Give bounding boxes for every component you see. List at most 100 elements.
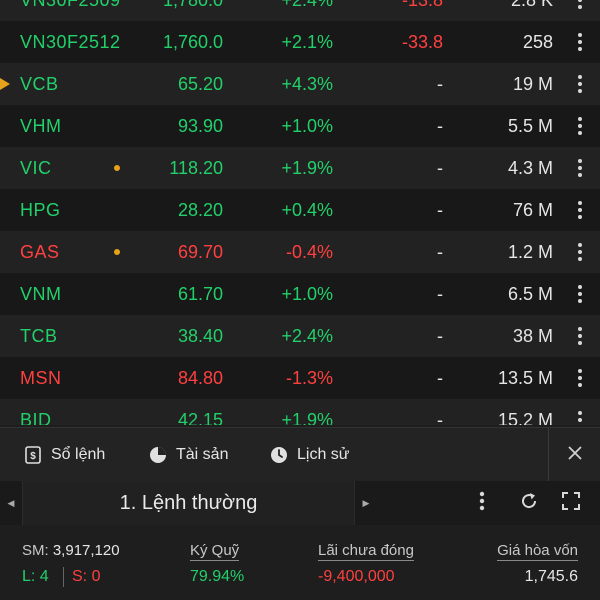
sm-label: SM: bbox=[22, 542, 49, 559]
expand-icon bbox=[562, 491, 580, 515]
row-volume: 15.2 M bbox=[497, 409, 553, 426]
order-menu-button[interactable] bbox=[467, 481, 497, 525]
more-vert-icon[interactable] bbox=[568, 357, 592, 399]
watchlist-row[interactable]: BID 42.15 +1.9% - 15.2 M bbox=[0, 399, 600, 425]
more-vert-icon[interactable] bbox=[568, 105, 592, 147]
more-vert-icon[interactable] bbox=[568, 21, 592, 63]
row-volume: 19 M bbox=[512, 73, 553, 94]
row-symbol: MSN bbox=[20, 367, 62, 388]
row-change: - bbox=[437, 283, 443, 304]
watchlist-row[interactable]: VN30F2512 1,760.0 +2.1% -33.8 258 bbox=[0, 21, 600, 63]
row-price: 118.20 bbox=[169, 157, 223, 178]
row-volume: 6.5 M bbox=[507, 283, 553, 304]
more-vert-icon[interactable] bbox=[568, 399, 592, 425]
sm-value: 3,917,120 bbox=[52, 542, 120, 559]
expand-button[interactable] bbox=[556, 481, 586, 525]
flag-icon bbox=[0, 78, 10, 90]
tab-history-label: Lịch sử bbox=[297, 446, 350, 463]
tab-order-book[interactable]: $ Sổ lệnh bbox=[24, 428, 105, 482]
row-price: 61.70 bbox=[177, 283, 223, 304]
breakeven-label: Giá hòa vốn bbox=[497, 542, 578, 561]
prev-order-type-button[interactable]: ◀ bbox=[0, 481, 22, 525]
note-dot-icon bbox=[114, 165, 120, 171]
row-percent-change: +1.9% bbox=[281, 157, 333, 178]
refresh-icon bbox=[519, 491, 539, 516]
margin-label: Ký Quỹ bbox=[190, 542, 240, 561]
row-volume: 2.8 K bbox=[511, 0, 553, 11]
watchlist-row[interactable]: TCB 38.40 +2.4% - 38 M bbox=[0, 315, 600, 357]
row-percent-change: +2.1% bbox=[281, 31, 333, 52]
order-type-selector[interactable]: 1. Lệnh thường bbox=[22, 481, 355, 525]
row-percent-change: +2.4% bbox=[281, 325, 333, 346]
tab-assets-label: Tài sản bbox=[176, 446, 229, 463]
more-vert-icon[interactable] bbox=[568, 315, 592, 357]
more-vert-icon[interactable] bbox=[568, 147, 592, 189]
tab-history[interactable]: Lịch sử bbox=[270, 428, 350, 482]
row-price: 93.90 bbox=[177, 115, 223, 136]
order-type-label: 1. Lệnh thường bbox=[119, 491, 258, 514]
row-price: 69.70 bbox=[177, 241, 223, 262]
watchlist-row[interactable]: MSN 84.80 -1.3% - 13.5 M bbox=[0, 357, 600, 399]
caret-left-icon: ◀ bbox=[7, 497, 15, 508]
watchlist: VN30F2509 1,780.0 +2.4% -13.8 2.8 K VN30F2512… bbox=[0, 0, 600, 425]
row-volume: 13.5 M bbox=[497, 367, 553, 388]
next-order-type-button[interactable]: ▶ bbox=[355, 481, 377, 525]
unrealized-pnl-label: Lãi chưa đóng bbox=[318, 542, 414, 561]
margin-value: 79.94% bbox=[190, 568, 245, 585]
row-symbol: VIC bbox=[20, 157, 52, 178]
row-volume: 258 bbox=[522, 31, 553, 52]
pie-chart-icon bbox=[149, 446, 167, 464]
note-dot-icon bbox=[114, 249, 120, 255]
tab-assets[interactable]: Tài sản bbox=[149, 428, 228, 482]
row-volume: 1.2 M bbox=[507, 241, 553, 262]
watchlist-row[interactable]: VIC 118.20 +1.9% - 4.3 M bbox=[0, 147, 600, 189]
row-price: 1,760.0 bbox=[162, 31, 223, 52]
close-icon bbox=[567, 445, 583, 466]
row-symbol: VHM bbox=[20, 115, 62, 136]
refresh-button[interactable] bbox=[514, 481, 544, 525]
row-change: - bbox=[437, 325, 443, 346]
row-percent-change: +4.3% bbox=[281, 73, 333, 94]
row-symbol: HPG bbox=[20, 199, 61, 220]
row-percent-change: +1.9% bbox=[281, 409, 333, 426]
row-symbol: VCB bbox=[20, 73, 59, 94]
more-vert-icon[interactable] bbox=[568, 231, 592, 273]
watchlist-row[interactable]: VN30F2509 1,780.0 +2.4% -13.8 2.8 K bbox=[0, 0, 600, 21]
more-vert-icon bbox=[479, 491, 485, 516]
caret-right-icon: ▶ bbox=[362, 497, 370, 508]
row-change: - bbox=[437, 157, 443, 178]
sm-stat: SM: 3,917,120 bbox=[22, 542, 120, 559]
watchlist-row[interactable]: VNM 61.70 +1.0% - 6.5 M bbox=[0, 273, 600, 315]
row-symbol: VN30F2509 bbox=[20, 0, 121, 11]
row-price: 1,780.0 bbox=[163, 0, 223, 11]
more-vert-icon[interactable] bbox=[568, 0, 592, 21]
bottom-tab-bar: $ Sổ lệnh Tài sản Lịch sử bbox=[0, 427, 600, 482]
watchlist-row[interactable]: VHM 93.90 +1.0% - 5.5 M bbox=[0, 105, 600, 147]
row-percent-change: -1.3% bbox=[285, 367, 333, 388]
row-percent-change: +0.4% bbox=[281, 199, 333, 220]
row-change: - bbox=[437, 367, 443, 388]
row-volume: 5.5 M bbox=[507, 115, 553, 136]
more-vert-icon[interactable] bbox=[568, 273, 592, 315]
row-volume: 4.3 M bbox=[507, 157, 553, 178]
row-price: 84.80 bbox=[177, 367, 223, 388]
clock-icon bbox=[270, 446, 288, 464]
row-change: - bbox=[437, 115, 443, 136]
row-price: 42.15 bbox=[177, 409, 223, 426]
more-vert-icon[interactable] bbox=[568, 63, 592, 105]
row-change: - bbox=[437, 199, 443, 220]
row-price: 28.20 bbox=[177, 199, 223, 220]
watchlist-row[interactable]: GAS 69.70 -0.4% - 1.2 M bbox=[0, 231, 600, 273]
row-symbol: GAS bbox=[20, 241, 60, 262]
row-price: 65.20 bbox=[177, 73, 223, 94]
close-button[interactable] bbox=[548, 428, 600, 482]
unrealized-pnl-value: -9,400,000 bbox=[318, 568, 395, 585]
row-percent-change: +2.4% bbox=[281, 0, 333, 11]
row-volume: 38 M bbox=[512, 325, 553, 346]
short-count: S: 0 bbox=[72, 568, 101, 585]
watchlist-row[interactable]: HPG 28.20 +0.4% - 76 M bbox=[0, 189, 600, 231]
row-change: -33.8 bbox=[401, 31, 443, 52]
more-vert-icon[interactable] bbox=[568, 189, 592, 231]
watchlist-row[interactable]: VCB 65.20 +4.3% - 19 M bbox=[0, 63, 600, 105]
row-change: -13.8 bbox=[402, 0, 443, 11]
